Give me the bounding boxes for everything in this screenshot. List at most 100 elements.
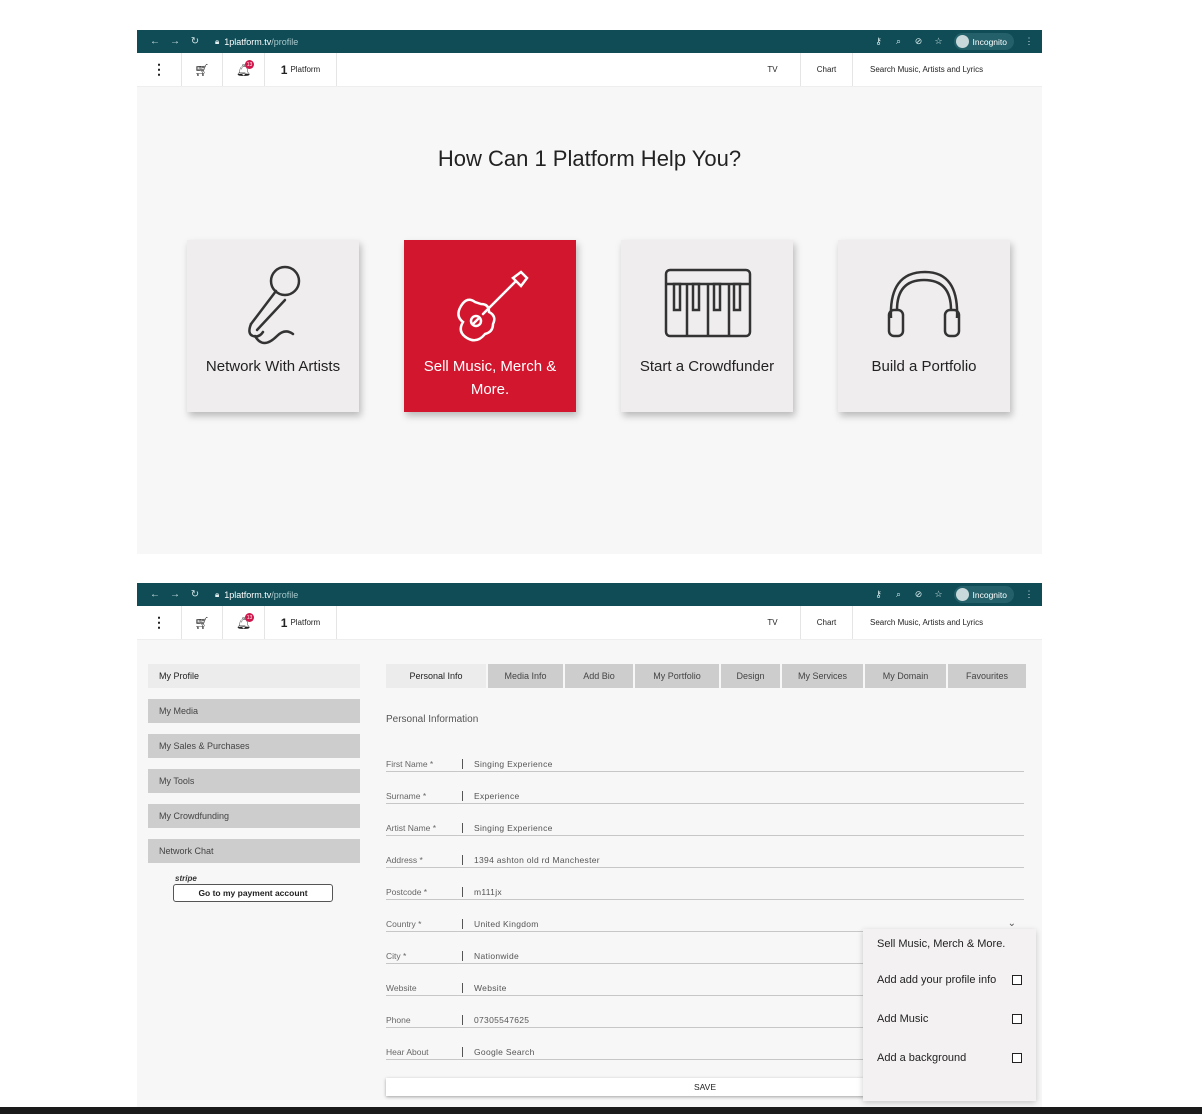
incognito-label: Incognito: [972, 589, 1008, 600]
back-icon[interactable]: ←: [145, 36, 165, 47]
field-label: Address *: [386, 855, 423, 865]
tab-add-bio[interactable]: Add Bio: [565, 664, 633, 688]
star-icon[interactable]: ☆: [934, 589, 944, 600]
eye-off-icon[interactable]: ⊘: [914, 36, 924, 47]
search-input[interactable]: Search Music, Artists and Lyrics: [853, 606, 1042, 639]
menu-icon[interactable]: ⋮: [137, 606, 182, 639]
field-label: First Name *: [386, 759, 434, 769]
chevron-down-icon[interactable]: ⌄: [1008, 918, 1016, 929]
field-value[interactable]: Singing Experience: [474, 759, 553, 769]
reload-icon[interactable]: ↻: [185, 589, 205, 600]
payment-account-button[interactable]: Go to my payment account: [173, 884, 333, 902]
field-value[interactable]: Nationwide: [474, 951, 519, 961]
reload-icon[interactable]: ↻: [185, 36, 205, 47]
card-network[interactable]: Network With Artists: [187, 240, 359, 412]
incognito-icon: [955, 35, 969, 48]
back-icon[interactable]: ←: [145, 589, 165, 600]
bell-icon[interactable]: 🔔︎ 13: [223, 606, 265, 639]
checklist-label: Add Music: [877, 1012, 929, 1025]
site-header: ⋮ 🛒︎ 🔔︎ 13 1 Platform TV Chart Search Musi…: [137, 53, 1042, 87]
logo-mark: 1: [280, 62, 288, 77]
tab-my-domain[interactable]: My Domain: [865, 664, 946, 688]
field-country[interactable]: Country * United Kingdom ⌄: [386, 900, 1024, 932]
menu-icon[interactable]: ⋮: [137, 53, 182, 86]
profile-sidebar: My Profile My Media My Sales & Purchases…: [148, 664, 360, 902]
star-icon[interactable]: ☆: [934, 36, 944, 47]
field-first-name[interactable]: First Name * Singing Experience: [386, 740, 1024, 772]
checkbox[interactable]: [1012, 974, 1022, 985]
sidebar-item-sales[interactable]: My Sales & Purchases: [148, 734, 360, 758]
sidebar-item-network-chat[interactable]: Network Chat: [148, 839, 360, 863]
forward-icon[interactable]: →: [165, 589, 185, 600]
browser-toolbar: ← → ↻ 🔒︎ 1platform.tv/profile ⚷ ⌕ ⊘ ☆ In…: [137, 30, 1042, 53]
cart-icon[interactable]: 🛒︎: [182, 53, 223, 86]
zoom-icon[interactable]: ⌕: [894, 36, 904, 47]
field-artist-name[interactable]: Artist Name * Singing Experience: [386, 804, 1024, 836]
key-icon[interactable]: ⚷: [874, 36, 884, 47]
tab-personal-info[interactable]: Personal Info: [386, 664, 486, 688]
url-host: 1platform.tv: [224, 589, 272, 600]
address-bar[interactable]: 1platform.tv/profile: [224, 37, 298, 47]
site-logo[interactable]: 1 Platform: [265, 53, 337, 86]
field-value[interactable]: Website: [474, 983, 507, 993]
checklist-item-profile-info[interactable]: Add add your profile info: [877, 960, 1022, 999]
field-value[interactable]: 07305547625: [474, 1015, 529, 1025]
site-logo[interactable]: 1 Platform: [265, 606, 337, 639]
kebab-menu-icon[interactable]: ⋮: [1024, 589, 1034, 600]
bell-icon[interactable]: 🔔︎ 13: [223, 53, 265, 86]
checkbox[interactable]: [1012, 1013, 1022, 1024]
stripe-logo: stripe: [175, 874, 197, 883]
tab-my-portfolio[interactable]: My Portfolio: [635, 664, 719, 688]
checklist-item-add-music[interactable]: Add Music: [877, 999, 1022, 1038]
field-value[interactable]: m111jx: [474, 887, 502, 897]
tab-favourites[interactable]: Favourites: [948, 664, 1026, 688]
incognito-badge[interactable]: Incognito: [953, 33, 1014, 50]
field-label: City *: [386, 951, 407, 961]
field-value[interactable]: United Kingdom: [474, 919, 539, 929]
field-surname[interactable]: Surname * Experience: [386, 772, 1024, 804]
search-input[interactable]: Search Music, Artists and Lyrics: [853, 53, 1042, 86]
tab-design[interactable]: Design: [721, 664, 780, 688]
sidebar-item-my-media[interactable]: My Media: [148, 699, 360, 723]
logo-mark: 1: [280, 615, 288, 630]
url-host: 1platform.tv: [224, 36, 272, 47]
nav-chart[interactable]: Chart: [801, 606, 853, 639]
card-label: Network With Artists: [205, 358, 341, 375]
kebab-menu-icon[interactable]: ⋮: [1024, 36, 1034, 47]
checkbox[interactable]: [1012, 1052, 1022, 1063]
card-crowdfund[interactable]: Start a Crowdfunder: [621, 240, 793, 412]
card-sell[interactable]: Sell Music, Merch & More.: [404, 240, 576, 412]
field-value[interactable]: Experience: [474, 791, 520, 801]
card-label: Start a Crowdfunder: [639, 358, 775, 375]
checklist-item-background[interactable]: Add a background: [877, 1038, 1022, 1077]
tab-media-info[interactable]: Media Info: [488, 664, 563, 688]
nav-tv[interactable]: TV: [745, 53, 801, 86]
address-bar[interactable]: 1platform.tv/profile: [224, 590, 298, 600]
field-value[interactable]: 1394 ashton old rd Manchester: [474, 855, 600, 865]
field-postcode[interactable]: Postcode * m111jx: [386, 868, 1024, 900]
sidebar-item-my-profile[interactable]: My Profile: [148, 664, 360, 688]
zoom-icon[interactable]: ⌕: [894, 589, 904, 600]
field-label: Country *: [386, 919, 422, 929]
tab-my-services[interactable]: My Services: [782, 664, 863, 688]
sidebar-item-crowdfunding[interactable]: My Crowdfunding: [148, 804, 360, 828]
eye-off-icon[interactable]: ⊘: [914, 589, 924, 600]
field-address[interactable]: Address * 1394 ashton old rd Manchester: [386, 836, 1024, 868]
nav-chart[interactable]: Chart: [801, 53, 853, 86]
key-icon[interactable]: ⚷: [874, 589, 884, 600]
cart-icon[interactable]: 🛒︎: [182, 606, 223, 639]
landing-screenshot: ← → ↻ 🔒︎ 1platform.tv/profile ⚷ ⌕ ⊘ ☆ In…: [137, 30, 1042, 554]
incognito-badge[interactable]: Incognito: [953, 586, 1014, 603]
card-portfolio[interactable]: Build a Portfolio: [838, 240, 1010, 412]
checklist-title: Sell Music, Merch & More.: [877, 938, 1006, 950]
forward-icon[interactable]: →: [165, 36, 185, 47]
nav-tv[interactable]: TV: [745, 606, 801, 639]
url-path: /profile: [271, 36, 299, 47]
site-header: ⋮ 🛒︎ 🔔︎ 13 1 Platform TV Chart Search Musi…: [137, 606, 1042, 640]
incognito-icon: [955, 588, 969, 601]
sidebar-item-tools[interactable]: My Tools: [148, 769, 360, 793]
field-value[interactable]: Google Search: [474, 1047, 535, 1057]
logo-text: Platform: [290, 618, 321, 627]
profile-screenshot: ← → ↻ 🔒︎ 1platform.tv/profile ⚷ ⌕ ⊘ ☆ In…: [137, 583, 1042, 1114]
field-value[interactable]: Singing Experience: [474, 823, 553, 833]
